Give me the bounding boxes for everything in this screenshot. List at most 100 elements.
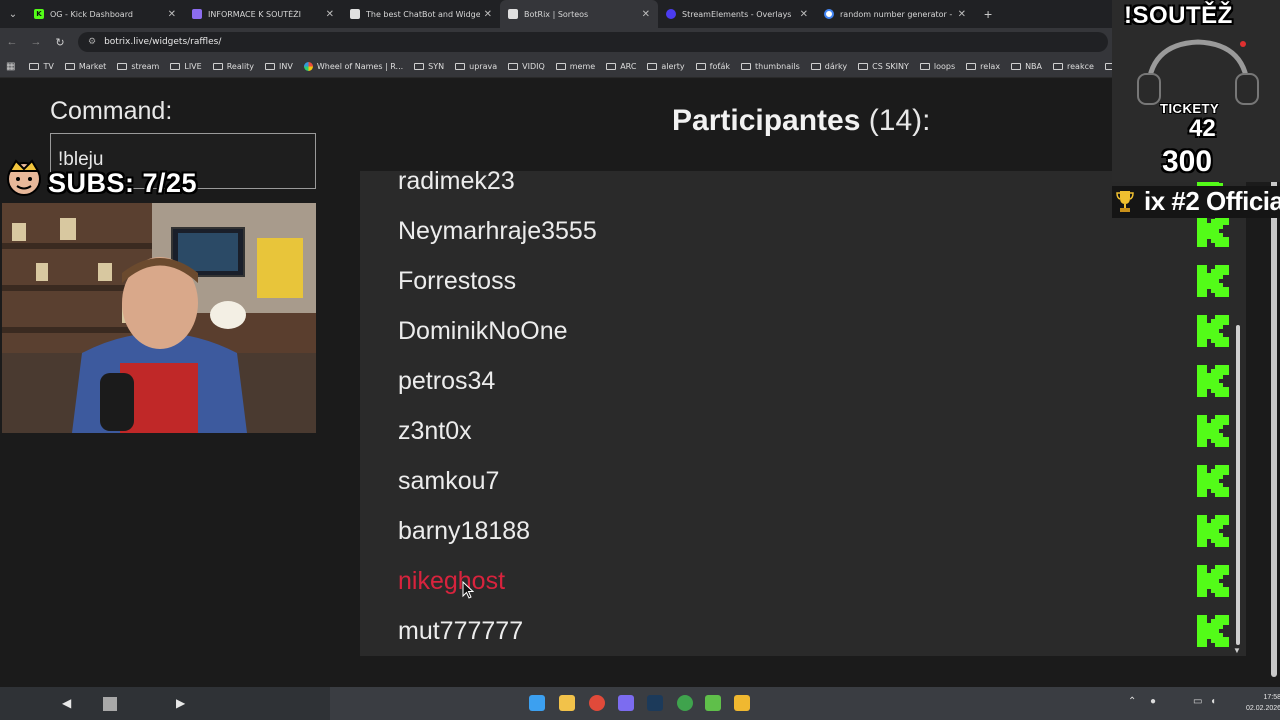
windows-start-icon[interactable] [529,695,545,711]
tab-label: StreamElements - Overlays [682,9,792,19]
participant-row[interactable]: nikeghost [398,561,1238,601]
site-info-icon[interactable]: ⚙ [88,37,96,47]
apps-grid-icon[interactable]: ▦ [6,61,15,72]
taskbar-clock[interactable]: 17:58 02.02.2026 [1246,692,1280,714]
bookmark-folder[interactable]: CS SKINY [858,62,909,71]
participants-list[interactable]: radimek23 Neymarhraje3555 Forrestoss Domini… [360,171,1246,656]
streamelements-icon [666,9,676,19]
close-icon[interactable]: ✕ [168,9,176,20]
wheel-icon [303,62,313,71]
tab-random-number[interactable]: random number generator - H ✕ [816,0,974,28]
tray-icon[interactable]: ● [1150,696,1156,707]
back-arrow-icon[interactable]: ← [0,36,24,48]
bookmark-folder[interactable]: Reality [212,62,254,71]
app-icon[interactable] [734,695,750,711]
participants-title-text: Participantes [672,104,861,137]
botrix-icon [350,9,360,19]
bookmark-folder[interactable]: ARC [606,62,636,71]
bookmark-folder[interactable]: meme [555,62,595,71]
folder-icon [555,63,566,70]
app-icon[interactable] [705,695,721,711]
tray-chevron-icon[interactable]: ⌃ [1128,696,1136,707]
bookmark-label: loops [933,62,956,71]
bookmark-folder[interactable]: thumbnails [741,62,800,71]
participant-row[interactable]: z3nt0x [398,411,1238,451]
bookmark-folder[interactable]: SYN [414,62,444,71]
bookmark-folder[interactable]: TV [29,62,54,71]
bookmark-label: alerty [661,62,685,71]
google-icon [824,9,834,19]
bookmark-folder[interactable]: NBA [1011,62,1042,71]
folder-icon [858,63,869,70]
reload-icon[interactable]: ↻ [48,36,72,49]
tab-informace[interactable]: INFORMACE K SOUTĚŽI ✕ [184,0,342,28]
stop-icon[interactable] [103,697,117,711]
kick-logo-icon [1197,465,1229,497]
bookmark-folder[interactable]: stream [117,62,159,71]
bookmark-folder[interactable]: VIDIQ [508,62,545,71]
chrome-icon[interactable] [589,695,605,711]
tab-search-button[interactable]: ⌄ [0,0,26,28]
participant-name: samkou7 [398,466,500,495]
bookmark-label: LIVE [184,62,202,71]
tab-kick-dashboard[interactable]: K OG - Kick Dashboard ✕ [26,0,184,28]
participant-row[interactable]: mut777777 [398,611,1238,651]
next-icon[interactable]: ▶ [176,696,185,710]
bookmark-folder[interactable]: alerty [647,62,685,71]
participant-row[interactable]: DominikNoOne [398,311,1238,351]
bookmark-folder[interactable]: foťák [695,62,730,71]
participant-row[interactable]: Forrestoss [398,261,1238,301]
bookmark-folder[interactable]: reakce [1053,62,1094,71]
steam-icon[interactable] [647,695,663,711]
chrome-profile-icon[interactable] [677,695,693,711]
previous-icon[interactable]: ◀ [62,696,71,710]
list-scrollbar-thumb[interactable] [1236,325,1240,645]
discord-icon[interactable] [618,695,634,711]
bookmark-label: dárky [824,62,848,71]
bookmark-label: VIDIQ [522,62,545,71]
bookmark-folder[interactable]: LIVE [170,62,202,71]
file-explorer-icon[interactable] [559,695,575,711]
mouse-cursor-icon [462,581,474,599]
command-label: Command: [50,97,173,125]
network-icon[interactable]: ▭ [1193,696,1202,707]
participant-name: DominikNoOne [398,316,568,345]
bookmark-folder[interactable]: Market [64,62,106,71]
media-controls [0,687,330,720]
new-tab-button[interactable]: + [974,6,1002,22]
tab-streamelements[interactable]: StreamElements - Overlays ✕ [658,0,816,28]
folder-icon [414,63,425,70]
bookmark-folder[interactable]: loops [919,62,956,71]
tab-label: INFORMACE K SOUTĚŽI [208,9,302,19]
participant-row[interactable]: petros34 [398,361,1238,401]
folder-icon [695,63,706,70]
close-icon[interactable]: ✕ [642,9,650,20]
tab-label: The best ChatBot and Widgets [366,9,480,19]
bookmark-folder[interactable]: relax [966,62,1000,71]
scroll-down-arrow-icon[interactable]: ▼ [1233,646,1241,655]
tab-chatbot[interactable]: The best ChatBot and Widgets ✕ [342,0,500,28]
tab-botrix-sorteos[interactable]: BotRix | Sorteos ✕ [500,0,658,28]
participant-row[interactable]: samkou7 [398,461,1238,501]
bookmark-link[interactable]: Wheel of Names | R... [303,62,403,71]
tab-label: BotRix | Sorteos [524,9,589,19]
url-input[interactable]: ⚙ botrix.live/widgets/raffles/ [78,32,1108,52]
close-icon[interactable]: ✕ [958,9,966,20]
participant-name: petros34 [398,366,496,395]
close-icon[interactable]: ✕ [326,9,334,20]
close-icon[interactable]: ✕ [800,9,808,20]
bookmark-label: thumbnails [755,62,800,71]
volume-icon[interactable]: ◖ [1210,696,1216,707]
participant-row[interactable]: barny18188 [398,511,1238,551]
tickety-label: TICKETY [1160,101,1220,116]
folder-icon [64,63,75,70]
clock-date: 02.02.2026 [1246,705,1280,712]
folder-icon [29,63,40,70]
forward-arrow-icon[interactable]: → [24,36,48,48]
botrix-icon [508,9,518,19]
kick-icon: K [34,9,44,19]
close-icon[interactable]: ✕ [484,9,492,20]
bookmark-folder[interactable]: dárky [810,62,848,71]
bookmark-folder[interactable]: INV [265,62,293,71]
bookmark-folder[interactable]: uprava [455,62,497,71]
